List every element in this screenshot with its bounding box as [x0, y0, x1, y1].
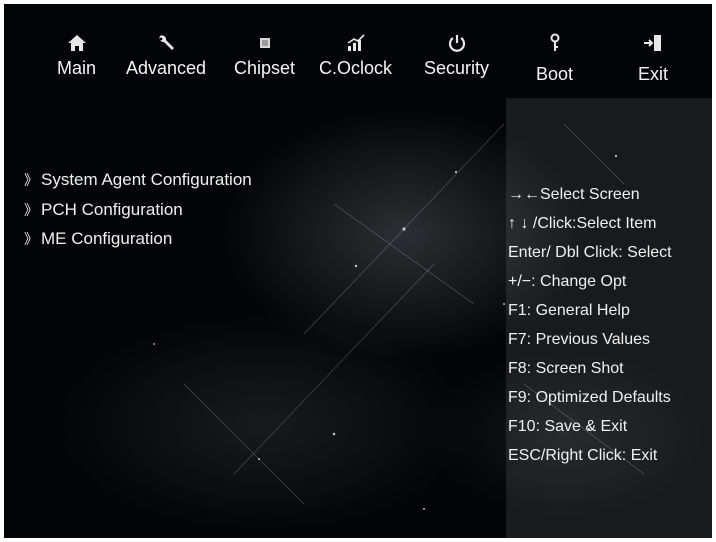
tab-label: Advanced [126, 58, 207, 78]
help-esc-exit: ESC/Right Click: Exit [508, 447, 658, 464]
help-general-help: F1: General Help [508, 302, 630, 319]
menu-item-system-agent-configuration[interactable]: 》 System Agent Configuration [24, 170, 252, 190]
help-optimized-defaults: F9: Optimized Defaults [508, 389, 671, 406]
menu-item-pch-configuration[interactable]: 》 PCH Configuration [24, 200, 183, 220]
tab-label: C.Oclock [319, 58, 393, 78]
tab-security[interactable]: Security [424, 32, 489, 78]
menu-item-label: PCH Configuration [41, 200, 183, 219]
home-icon [67, 35, 86, 51]
menu-item-label: ME Configuration [41, 229, 173, 248]
tab-label: Chipset [234, 58, 296, 78]
help-select-screen: →←Select Screen [508, 186, 640, 203]
chevron-right-icon: 》 [24, 202, 38, 218]
tab-label: Boot [536, 64, 574, 84]
help-save-exit: F10: Save & Exit [508, 418, 628, 435]
chevron-right-icon: 》 [24, 231, 38, 247]
bios-screen: Main Advanced Chipset C.Oclock Security [4, 4, 712, 538]
help-previous-values: F7: Previous Values [508, 331, 650, 348]
wrench-icon [159, 35, 175, 50]
tab-boot[interactable]: Boot [536, 32, 573, 84]
tab-advanced[interactable]: Advanced [126, 32, 206, 78]
tab-main[interactable]: Main [57, 32, 96, 78]
help-enter-select: Enter/ Dbl Click: Select [508, 244, 672, 261]
chart-icon [347, 34, 365, 51]
chip-icon [259, 38, 270, 48]
tab-c-oclock[interactable]: C.Oclock [319, 32, 392, 78]
help-change-opt: +/−: Change Opt [508, 273, 627, 290]
help-screen-shot: F8: Screen Shot [508, 360, 624, 377]
key-icon [550, 33, 560, 51]
menu-item-label: System Agent Configuration [41, 170, 252, 189]
tab-label: Security [424, 58, 490, 78]
chevron-right-icon: 》 [24, 172, 38, 188]
tab-label: Exit [638, 64, 669, 84]
power-icon [448, 35, 465, 52]
help-select-item: ↑ ↓ /Click:Select Item [508, 215, 657, 232]
tab-label: Main [57, 58, 97, 78]
menu-item-me-configuration[interactable]: 》 ME Configuration [24, 229, 172, 249]
tab-chipset[interactable]: Chipset [234, 32, 295, 78]
exit-icon [644, 35, 661, 51]
tab-exit[interactable]: Exit [638, 32, 668, 84]
